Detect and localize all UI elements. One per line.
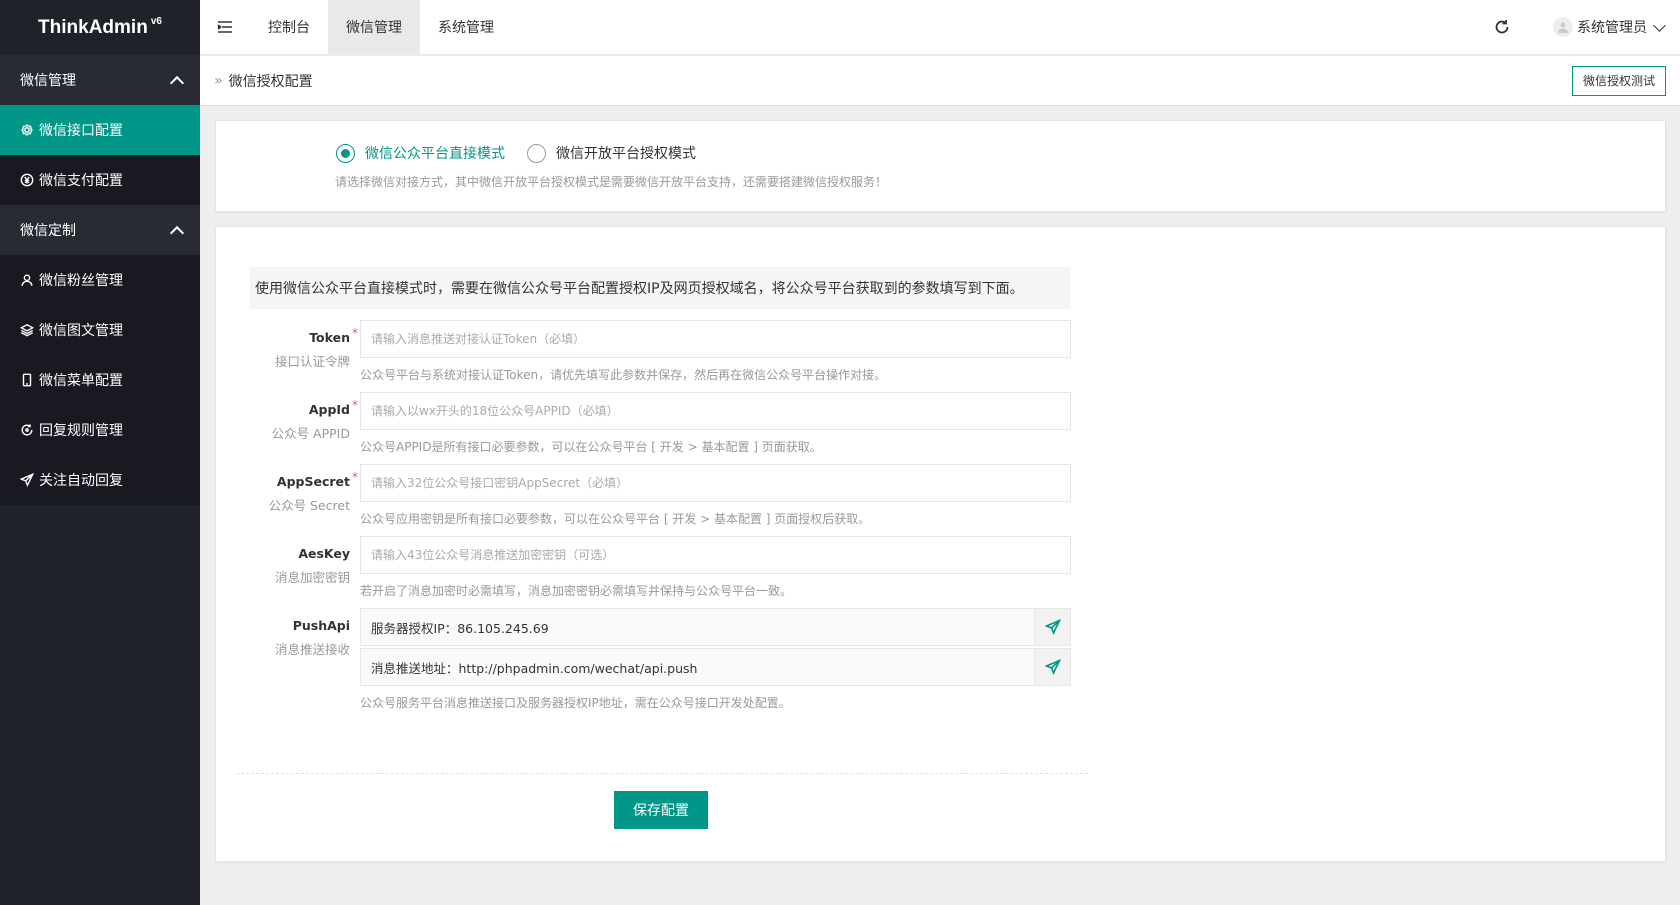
chevron-up-icon (169, 225, 185, 241)
sidebar-group-label: 微信定制 (20, 223, 76, 239)
user-icon (20, 273, 34, 287)
user-name: 系统管理员 (1577, 20, 1647, 36)
radio-checked-icon (336, 143, 355, 163)
field-sub: 公众号 APPID (271, 426, 350, 441)
required-mark: * (352, 398, 358, 412)
tab-system-manage[interactable]: 系统管理 (420, 0, 512, 54)
reply-icon (20, 423, 34, 437)
sidebar-item-auto-reply[interactable]: 关注自动回复 (0, 455, 200, 505)
sidebar-item-menu-config[interactable]: 微信菜单配置 (0, 355, 200, 405)
yen-icon (20, 173, 34, 187)
aeskey-input[interactable] (360, 536, 1071, 574)
sidebar-item-label: 微信图文管理 (39, 323, 123, 339)
push-url-field: 消息推送地址：http://phpadmin.com/wechat/api.pu… (360, 648, 1071, 686)
avatar-user-icon (1558, 22, 1568, 33)
field-key: AppId (308, 402, 350, 417)
config-form-panel: 使用微信公众平台直接模式时，需要在微信公众号平台配置授权IP及网页授权域名，将公… (215, 226, 1666, 862)
radio-label: 微信公众平台直接模式 (365, 146, 505, 162)
app-logo[interactable]: ThinkAdmin v6 (0, 0, 200, 55)
chevron-down-icon (1653, 18, 1666, 32)
sidebar-item-label: 微信支付配置 (39, 173, 123, 189)
required-mark: * (352, 470, 358, 484)
mode-radio-group: 微信公众平台直接模式 微信开放平台授权模式 (336, 143, 718, 163)
push-ip-field: 服务器授权IP：86.105.245.69 (360, 608, 1071, 646)
radio-unchecked-icon (527, 143, 546, 163)
save-button[interactable]: 保存配置 (614, 791, 708, 829)
auth-test-button[interactable]: 微信授权测试 (1571, 65, 1666, 96)
sidebar-item-reply-rules[interactable]: 回复规则管理 (0, 405, 200, 455)
appid-input[interactable] (360, 392, 1071, 430)
radio-direct-mode[interactable]: 微信公众平台直接模式 (336, 143, 505, 163)
sidebar-item-wechat-pay-config[interactable]: 微信支付配置 (0, 155, 200, 205)
required-mark: * (352, 326, 358, 340)
user-menu[interactable]: 系统管理员 (1553, 17, 1666, 37)
layers-icon (20, 323, 34, 337)
sidebar-item-news[interactable]: 微信图文管理 (0, 305, 200, 355)
copy-url-button[interactable] (1034, 649, 1070, 685)
tab-wechat-manage[interactable]: 微信管理 (328, 0, 420, 54)
field-sub: 消息推送接收 (274, 642, 350, 657)
field-label: PushApi 消息推送接收 (256, 618, 350, 658)
token-input[interactable] (360, 320, 1071, 358)
field-sub: 消息加密密钥 (274, 570, 350, 585)
sidebar-item-fans[interactable]: 微信粉丝管理 (0, 255, 200, 305)
sidebar-group-label: 微信管理 (20, 73, 76, 89)
page-title: 微信授权配置 (228, 73, 313, 90)
field-key: Token (309, 330, 350, 345)
field-help: 公众号应用密钥是所有接口必要参数，可以在公众号平台 [ 开发 > 基本配置 ] … (360, 512, 871, 526)
field-key: AppSecret (276, 474, 350, 489)
sidebar-group-wechat-custom[interactable]: 微信定制 (0, 205, 200, 255)
top-header: 控制台 微信管理 系统管理 系统管理员 (200, 0, 1680, 55)
field-key: AesKey (298, 546, 350, 561)
phone-icon (20, 373, 34, 387)
menu-fold-icon (217, 21, 232, 33)
form-intro: 使用微信公众平台直接模式时，需要在微信公众号平台配置授权IP及网页授权域名，将公… (250, 267, 1070, 309)
sidebar-item-label: 微信接口配置 (39, 123, 123, 139)
field-label: AesKey 消息加密密钥 (256, 546, 350, 586)
refresh-button[interactable] (1487, 12, 1517, 42)
send-icon (20, 473, 34, 487)
field-key: PushApi (292, 618, 350, 633)
field-help: 公众号服务平台消息推送接口及服务器授权IP地址，需在公众号接口开发处配置。 (360, 696, 791, 710)
push-ip-text[interactable]: 服务器授权IP：86.105.245.69 (361, 618, 1034, 637)
gear-icon (20, 123, 34, 137)
logo-text: ThinkAdmin (38, 16, 148, 38)
avatar (1553, 17, 1573, 37)
sidebar-item-wechat-api-config[interactable]: 微信接口配置 (0, 105, 200, 155)
appsecret-input[interactable] (360, 464, 1071, 502)
mode-panel: 微信公众平台直接模式 微信开放平台授权模式 请选择微信对接方式，其中微信开放平台… (215, 120, 1666, 212)
send-icon (1044, 659, 1061, 675)
field-help: 公众号APPID是所有接口必要参数，可以在公众号平台 [ 开发 > 基本配置 ]… (360, 440, 822, 454)
menu-toggle-button[interactable] (200, 0, 250, 54)
field-sub: 公众号 Secret (268, 498, 350, 513)
double-chevron-right-icon: » (214, 72, 223, 89)
field-label: AppSecret * 公众号 Secret (256, 470, 358, 514)
chevron-up-icon (169, 75, 185, 91)
sidebar-group-wechat-manage[interactable]: 微信管理 (0, 55, 200, 105)
field-help: 公众号平台与系统对接认证Token，请优先填写此参数并保存，然后再在微信公众号平… (360, 368, 887, 382)
refresh-icon (1495, 20, 1509, 34)
sidebar-item-label: 回复规则管理 (39, 423, 123, 439)
mode-hint: 请选择微信对接方式，其中微信开放平台授权模式是需要微信开放平台支持，还需要搭建微… (335, 175, 888, 189)
breadcrumb: » 微信授权配置 微信授权测试 (200, 56, 1680, 106)
field-help: 若开启了消息加密时必需填写，消息加密密钥必需填写并保持与公众号平台一致。 (360, 584, 793, 598)
copy-ip-button[interactable] (1034, 609, 1070, 645)
radio-open-platform-mode[interactable]: 微信开放平台授权模式 (527, 143, 696, 163)
sidebar: ThinkAdmin v6 微信管理 微信接口配置 微信支付配置 微信定制 微信粉… (0, 0, 200, 905)
sidebar-item-label: 微信粉丝管理 (39, 273, 123, 289)
field-sub: 接口认证令牌 (274, 354, 350, 369)
radio-label: 微信开放平台授权模式 (556, 146, 696, 162)
sidebar-item-label: 关注自动回复 (39, 473, 123, 489)
logo-version: v6 (150, 16, 162, 27)
send-icon (1044, 619, 1061, 635)
field-label: Token * 接口认证令牌 (256, 326, 358, 370)
tab-console[interactable]: 控制台 (250, 0, 328, 54)
form-divider (236, 773, 1088, 774)
field-label: AppId * 公众号 APPID (256, 398, 358, 442)
push-url-text[interactable]: 消息推送地址：http://phpadmin.com/wechat/api.pu… (361, 658, 1034, 677)
header-right: 系统管理员 (1487, 0, 1680, 54)
sidebar-item-label: 微信菜单配置 (39, 373, 123, 389)
